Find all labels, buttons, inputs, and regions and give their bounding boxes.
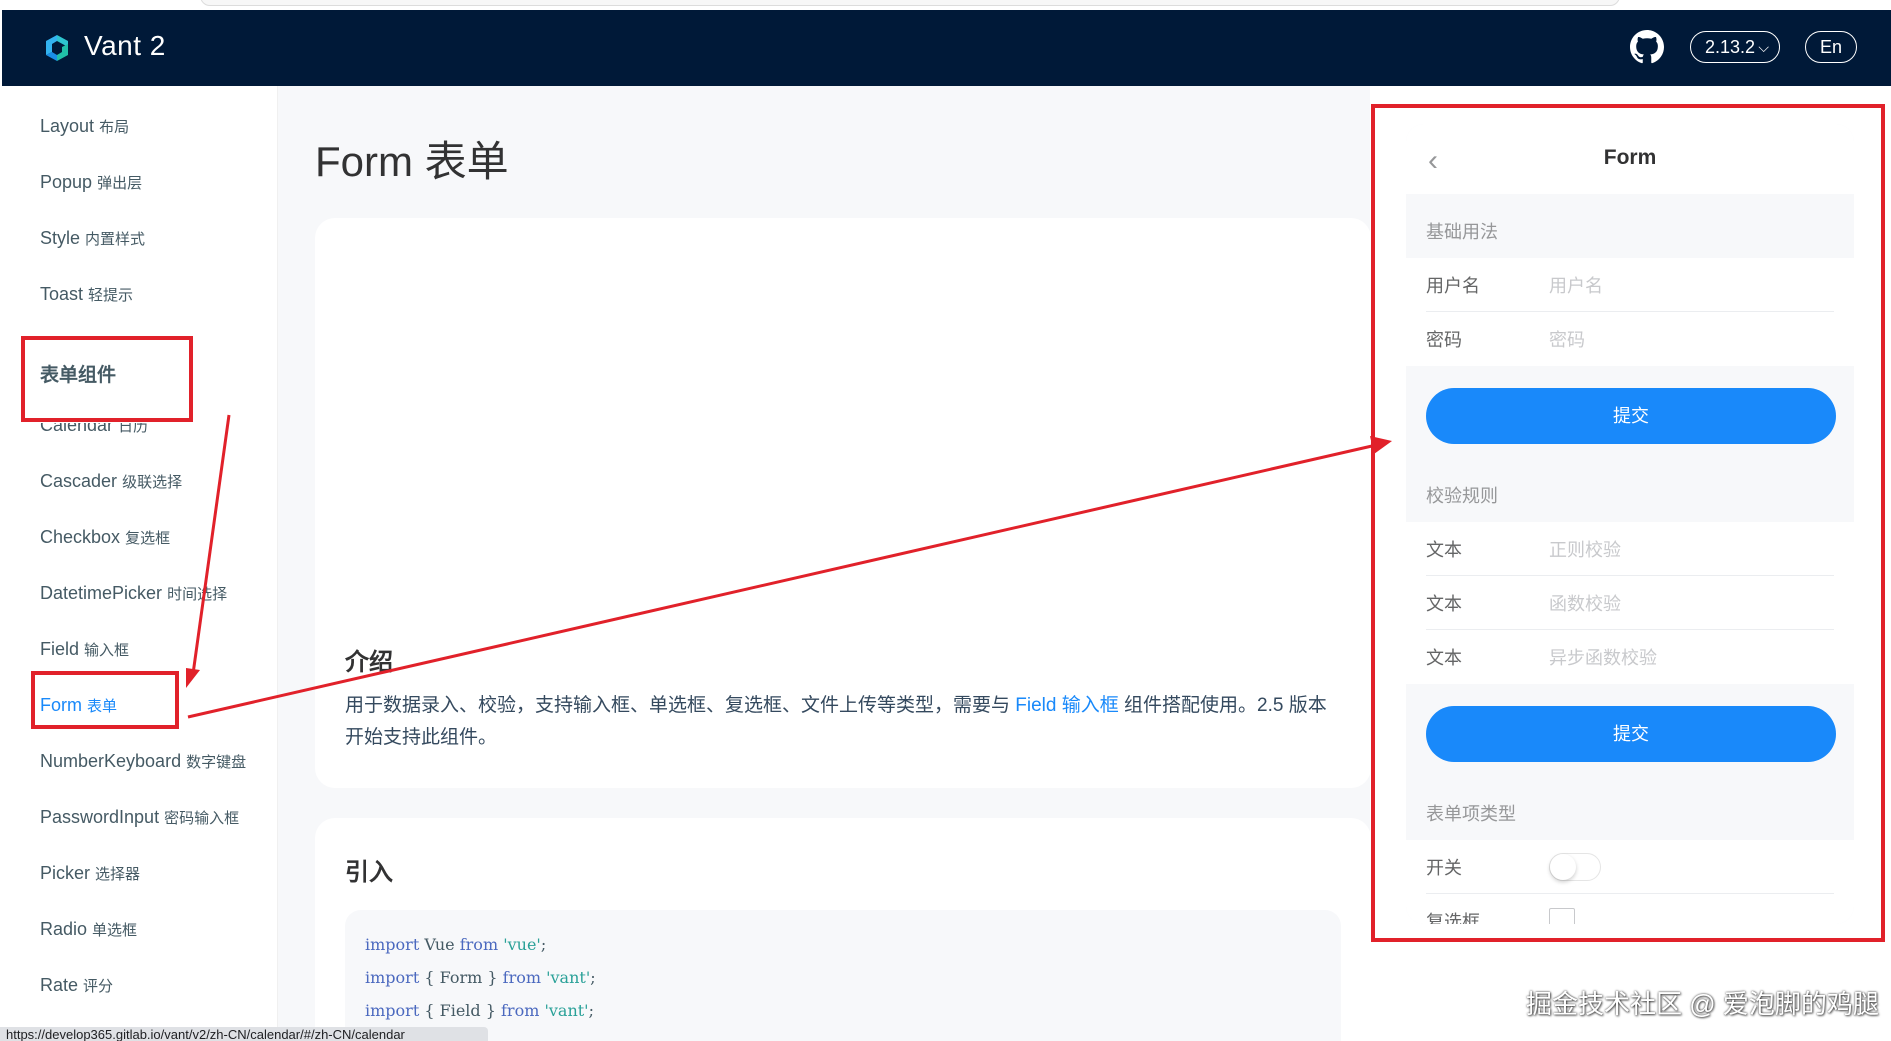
code-ident: Vue xyxy=(419,935,460,954)
sidebar-item-label: Cascader xyxy=(40,471,118,491)
page-title: Form 表单 xyxy=(315,138,509,185)
code-keyword: from xyxy=(501,1001,540,1020)
sidebar-item-picker[interactable]: Picker 选择器 xyxy=(40,863,140,884)
chevron-down-icon: ⌵ xyxy=(1758,39,1769,55)
sidebar-item-label: Picker xyxy=(40,863,91,883)
code-keyword: import xyxy=(365,935,420,954)
sidebar-item-label: PasswordInput xyxy=(40,807,160,827)
version-label: 2.13.2 xyxy=(1705,37,1756,57)
sidebar-item-label: Radio xyxy=(40,919,88,939)
browser-strip xyxy=(0,0,1891,10)
brand-title[interactable]: Vant 2 xyxy=(84,30,166,62)
sidebar-item-label: Popup xyxy=(40,172,93,192)
sidebar-item-label-zh: 时间选择 xyxy=(167,586,228,603)
field-doc-link[interactable]: Field 输入框 xyxy=(1015,695,1118,716)
code-punct: ; xyxy=(590,968,596,987)
version-select[interactable]: 2.13.2 ⌵ xyxy=(1690,31,1780,63)
sidebar-item-label: Rate xyxy=(40,975,79,995)
code-keyword: from xyxy=(459,935,499,954)
import-card: 引入 import Vue from 'vue'; import { Form … xyxy=(315,818,1371,1041)
watermark-text: 掘金技术社区 @ 爱泡脚的鸡腿 xyxy=(1526,989,1879,1019)
main-content: Form 表单 介绍 用于数据录入、校验，支持输入框、单选框、复选框、文件上传等… xyxy=(278,86,1371,1041)
sidebar-item-label-zh: 评分 xyxy=(83,978,114,995)
intro-heading: 介绍 xyxy=(345,649,393,676)
code-line: import { Form } from 'vant'; xyxy=(365,961,1321,994)
sidebar-item-label-zh: 单选框 xyxy=(92,922,138,939)
sidebar-item-numberkeyboard[interactable]: NumberKeyboard 数字键盘 xyxy=(40,751,246,772)
code-string: 'vue' xyxy=(498,935,541,954)
top-header: Vant 2 2.13.2 ⌵ En xyxy=(2,10,1891,86)
sidebar-item-field[interactable]: Field 输入框 xyxy=(40,639,129,660)
sidebar-item-layout[interactable]: Layout 布局 xyxy=(40,116,129,137)
code-ident: { Field } xyxy=(419,1001,501,1020)
annotation-box-form-item xyxy=(31,671,179,729)
browser-address-pill xyxy=(200,0,1620,6)
code-punct: ; xyxy=(588,1001,594,1020)
sidebar-item-radio[interactable]: Radio 单选框 xyxy=(40,919,137,940)
sidebar-item-popup[interactable]: Popup 弹出层 xyxy=(40,172,142,193)
sidebar-item-label: Field xyxy=(40,639,80,659)
sidebar-nav: Layout 布局 Popup 弹出层 Style 内置样式 Toast 轻提示… xyxy=(2,86,278,1041)
code-punct: ; xyxy=(540,935,547,954)
sidebar-item-label-zh: 布局 xyxy=(99,119,130,136)
annotation-box-simulator xyxy=(1371,104,1885,942)
code-string: 'vant' xyxy=(539,1001,589,1020)
code-line: import Vue from 'vue'; xyxy=(365,928,1321,961)
github-icon[interactable] xyxy=(1630,30,1664,64)
code-block: import Vue from 'vue'; import { Form } f… xyxy=(345,910,1341,1041)
sidebar-item-passwordinput[interactable]: PasswordInput 密码输入框 xyxy=(40,807,239,828)
sidebar-item-label-zh: 内置样式 xyxy=(85,231,146,248)
sidebar-item-label-zh: 复选框 xyxy=(125,530,171,547)
sidebar-item-label: Style xyxy=(40,228,81,248)
sidebar-item-label-zh: 输入框 xyxy=(84,642,130,659)
sidebar-item-label-zh: 密码输入框 xyxy=(164,810,240,827)
intro-card: 介绍 用于数据录入、校验，支持输入框、单选框、复选框、文件上传等类型，需要与 F… xyxy=(315,218,1371,788)
intro-text: 用于数据录入、校验，支持输入框、单选框、复选框、文件上传等类型，需要与 xyxy=(345,695,1016,716)
code-line: import { Field } from 'vant'; xyxy=(365,994,1321,1027)
sidebar-item-label: DatetimePicker xyxy=(40,583,163,603)
intro-paragraph: 用于数据录入、校验，支持输入框、单选框、复选框、文件上传等类型，需要与 Fiel… xyxy=(345,690,1345,754)
code-keyword: from xyxy=(502,968,542,987)
sidebar-item-label: NumberKeyboard xyxy=(40,751,182,771)
sidebar-item-label-zh: 级联选择 xyxy=(122,474,183,491)
code-keyword: import xyxy=(365,968,420,987)
annotation-box-form-group xyxy=(21,336,193,422)
sidebar-item-style[interactable]: Style 内置样式 xyxy=(40,228,145,249)
sidebar-item-datetimepicker[interactable]: DatetimePicker 时间选择 xyxy=(40,583,227,604)
sidebar-item-rate[interactable]: Rate 评分 xyxy=(40,975,113,996)
sidebar-item-label-zh: 数字键盘 xyxy=(186,754,247,771)
sidebar-item-cascader[interactable]: Cascader 级联选择 xyxy=(40,471,182,492)
import-heading: 引入 xyxy=(345,859,393,886)
sidebar-item-checkbox[interactable]: Checkbox 复选框 xyxy=(40,527,170,548)
language-switch-button[interactable]: En xyxy=(1805,31,1857,63)
sidebar-item-label-zh: 选择器 xyxy=(95,866,141,883)
code-keyword: import xyxy=(365,1001,420,1020)
sidebar-item-label: Layout xyxy=(40,116,95,136)
vant-logo-icon[interactable] xyxy=(42,32,72,64)
code-string: 'vant' xyxy=(541,968,591,987)
sidebar-item-toast[interactable]: Toast 轻提示 xyxy=(40,284,133,305)
browser-status-url: https://develop365.gitlab.io/vant/v2/zh-… xyxy=(0,1027,488,1041)
sidebar-item-label: Checkbox xyxy=(40,527,121,547)
sidebar-item-label-zh: 弹出层 xyxy=(97,175,143,192)
sidebar-item-label-zh: 轻提示 xyxy=(88,287,134,304)
sidebar-item-label: Toast xyxy=(40,284,84,304)
code-ident: { Form } xyxy=(419,968,503,987)
